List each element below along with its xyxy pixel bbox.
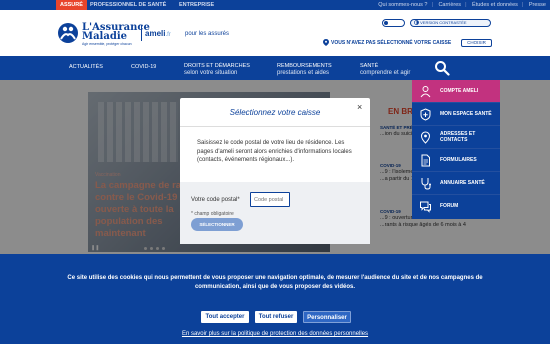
ameli-name: ameli (145, 29, 166, 38)
caisse-selection-modal: Sélectionnez votre caisse × Saisissez le… (180, 98, 370, 244)
nav-item-actualites[interactable]: ACTUALITÉS (69, 64, 103, 71)
menu-item-label: ADRESSES ET CONTACTS (440, 131, 476, 143)
close-icon[interactable]: × (357, 103, 362, 112)
location-icon (420, 131, 431, 144)
nav-item-sante[interactable]: SANTÉ comprendre et agir (360, 63, 410, 77)
accept-all-button[interactable]: Tout accepter (201, 311, 249, 323)
ameli-logo[interactable]: ameli.fr (145, 29, 171, 38)
nav-main-label: DROITS ET DÉMARCHES (184, 63, 250, 69)
modal-divider (180, 126, 370, 127)
menu-item-annuaire-sante[interactable]: ANNUAIRE SANTÉ (412, 172, 500, 195)
cookie-message: Ce site utilise des cookies qui nous per… (67, 275, 483, 290)
person-icon (420, 86, 431, 98)
menu-item-forum[interactable]: FORUM (412, 195, 500, 219)
nav-main-label: ACTUALITÉS (69, 64, 103, 70)
customize-button[interactable]: Personnaliser (303, 311, 351, 323)
ameli-suffix: .fr (165, 32, 171, 38)
link-carrieres[interactable]: Carrières (438, 2, 461, 8)
pour-les-assures: pour les assurés (185, 31, 230, 37)
nav-sub-label: comprendre et agir (360, 70, 411, 76)
contrast-toggle[interactable] (382, 19, 405, 27)
link-etudes[interactable]: Études et données (472, 2, 518, 8)
postal-code-form: Votre code postal* * champ obligatoire S… (180, 182, 370, 244)
link-presse[interactable]: Presse (529, 2, 546, 8)
menu-item-label: MON ESPACE SANTÉ (440, 111, 492, 117)
required-note: * champ obligatoire (191, 211, 234, 217)
nav-main-label: SANTÉ (360, 63, 379, 69)
postal-code-label: Votre code postal* (191, 197, 240, 203)
nav-sub-label: selon votre situation (184, 70, 238, 76)
header: L'Assurance Maladie Agir ensemble, proté… (0, 10, 550, 56)
top-links: Qui sommes-nous ? | Carrières | Études et … (378, 2, 546, 8)
tab-entreprise[interactable]: Entreprise (179, 0, 214, 10)
search-icon[interactable] (434, 60, 450, 76)
menu-item-label: FORMULAIRES (440, 157, 477, 163)
contrast-icon (414, 20, 419, 25)
toggle-knob (384, 21, 388, 25)
menu-item-formulaires[interactable]: FORMULAIRES (412, 149, 500, 172)
privacy-policy-link[interactable]: En savoir plus sur la politique de prote… (0, 331, 550, 337)
chat-icon (420, 201, 431, 213)
logo-text: L'Assurance Maladie (82, 23, 150, 42)
assurance-maladie-logo-icon[interactable] (57, 22, 79, 44)
nav-item-remboursements[interactable]: REMBOURSEMENTS prestations et aides (277, 63, 332, 77)
caisse-status: VOUS N'AVEZ PAS SÉLECTIONNÉ VOTRE CAISSE (331, 40, 452, 46)
location-pin-icon (323, 39, 329, 46)
menu-item-compte-ameli[interactable]: COMPTE AMELI (412, 80, 500, 103)
nav-item-droits[interactable]: DROITS ET DÉMARCHES selon votre situatio… (184, 63, 250, 77)
postal-code-input[interactable] (250, 192, 290, 207)
tab-assure[interactable]: Assuré (56, 0, 87, 10)
menu-item-label: COMPTE AMELI (440, 88, 479, 94)
main-nav: ACTUALITÉS COVID-19 DROITS ET DÉMARCHES … (0, 56, 550, 80)
nav-item-covid[interactable]: COVID-19 (131, 64, 156, 71)
nav-sub-label: prestations et aides (277, 70, 330, 76)
menu-item-label: ANNUAIRE SANTÉ (440, 180, 485, 186)
top-bar: Assuré Professionnel de santé Entreprise… (0, 0, 550, 10)
version-contrastee-button[interactable]: VERSION CONTRASTÉE (410, 19, 491, 27)
shield-cross-icon (420, 108, 431, 121)
menu-item-label: FORUM (440, 203, 459, 209)
tab-professionnel-sante[interactable]: Professionnel de santé (90, 0, 166, 10)
logo-line2: Maladie (82, 31, 127, 42)
stethoscope-icon (421, 178, 431, 190)
user-dropdown-menu: COMPTE AMELI MON ESPACE SANTÉ ADRESSES E… (412, 80, 500, 219)
choisir-button[interactable]: CHOISIR (461, 39, 492, 47)
link-qui-sommes-nous[interactable]: Qui sommes-nous ? (378, 2, 427, 8)
modal-description: Saisissez le code postal de votre lieu d… (197, 140, 352, 163)
modal-title: Sélectionnez votre caisse (229, 108, 321, 117)
logo-divider (141, 25, 142, 41)
menu-item-mon-espace-sante[interactable]: MON ESPACE SANTÉ (412, 103, 500, 126)
menu-item-adresses-contacts[interactable]: ADRESSES ET CONTACTS (412, 126, 500, 149)
selectionner-button[interactable]: SÉLECTIONNER (191, 218, 243, 231)
logo-tagline: Agir ensemble, protéger chacun (82, 42, 132, 46)
refuse-all-button[interactable]: Tout refuser (255, 311, 297, 323)
version-contrastee-label: VERSION CONTRASTÉE (420, 20, 467, 25)
nav-main-label: COVID-19 (131, 64, 157, 70)
nav-main-label: REMBOURSEMENTS (277, 63, 332, 69)
document-icon (421, 154, 430, 167)
cookie-banner: Ce site utilise des cookies qui nous per… (0, 254, 550, 344)
